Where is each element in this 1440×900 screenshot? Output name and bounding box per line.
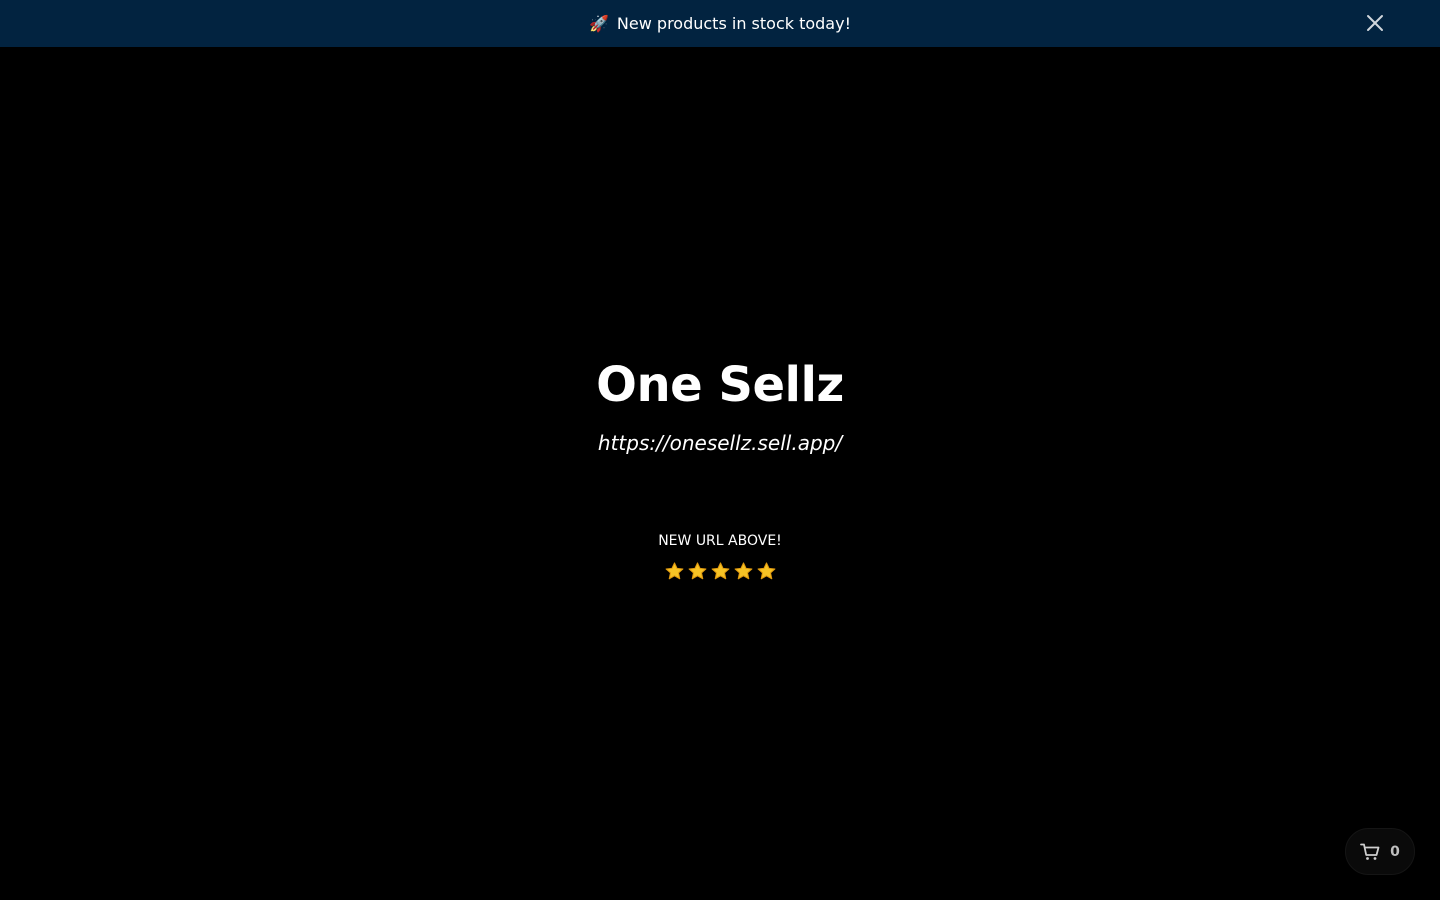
star-icon: [734, 562, 752, 580]
url-notice: NEW URL ABOVE!: [658, 533, 782, 549]
star-icon: [757, 562, 775, 580]
cart-count: 0: [1390, 843, 1400, 860]
banner-close-button[interactable]: [1364, 12, 1386, 34]
star-icon: [665, 562, 683, 580]
announcement-banner: 🚀 New products in stock today!: [0, 0, 1440, 47]
star-icon: [711, 562, 729, 580]
cart-icon: [1360, 843, 1380, 860]
star-rating: [0, 561, 1440, 582]
rocket-icon: 🚀: [589, 13, 609, 33]
star-icon: [688, 562, 706, 580]
page-title: One Sellz: [596, 357, 844, 413]
cart-button[interactable]: 0: [1345, 828, 1415, 875]
store-url: https://onesellz.sell.app/: [597, 431, 843, 455]
hero-section: One Sellz https://onesellz.sell.app/ NEW…: [0, 47, 1440, 900]
banner-content: 🚀 New products in stock today!: [589, 14, 851, 33]
close-icon: [1367, 15, 1383, 31]
banner-text: New products in stock today!: [616, 14, 851, 33]
